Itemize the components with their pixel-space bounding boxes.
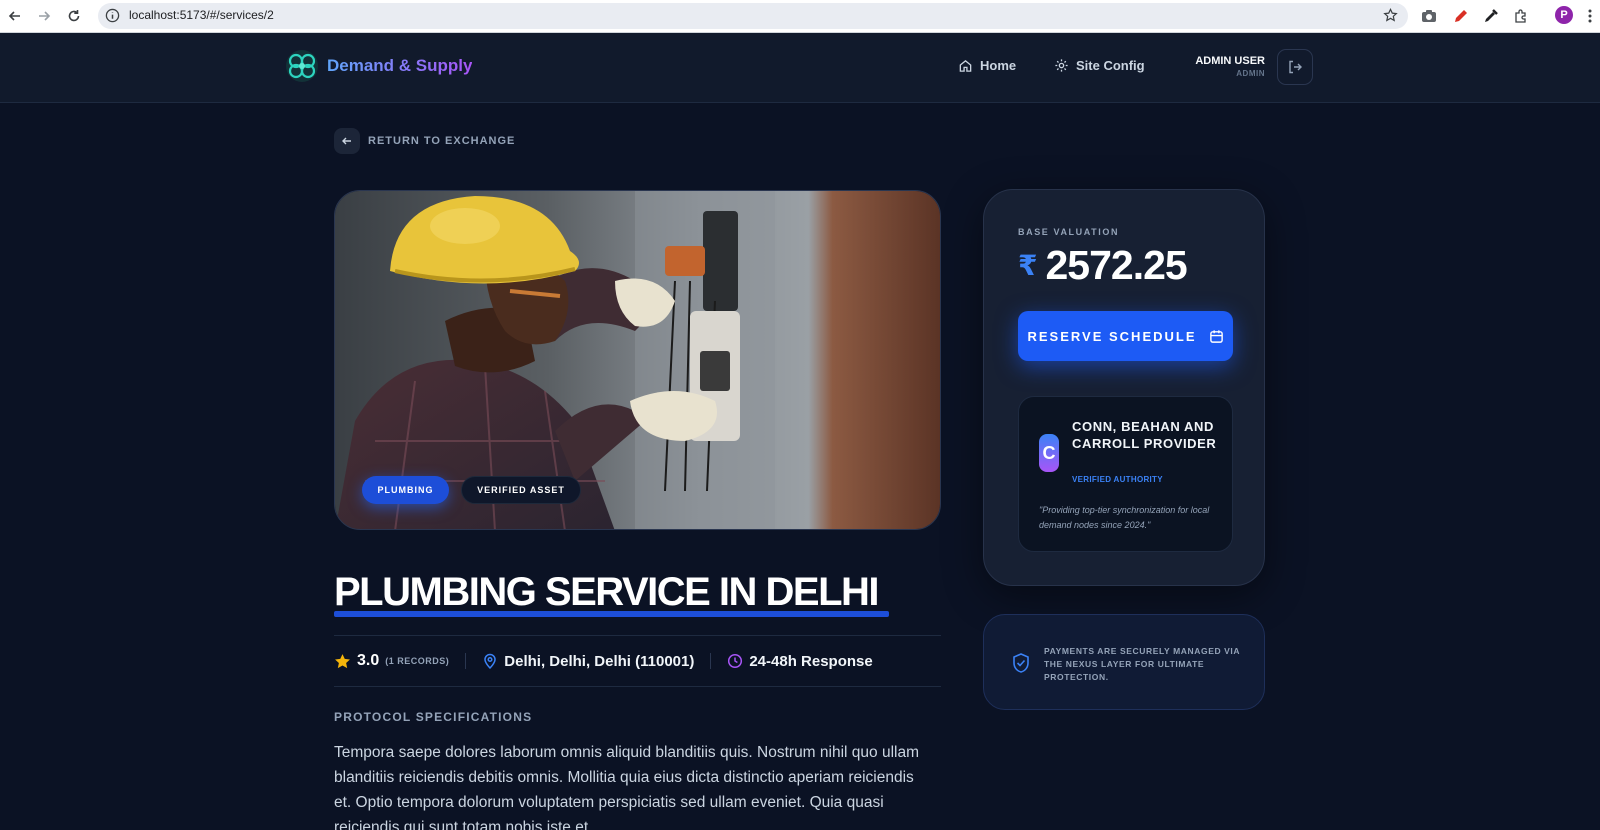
return-to-exchange-link[interactable]: RETURN TO EXCHANGE <box>334 128 515 154</box>
shield-check-icon <box>1013 653 1029 673</box>
provider-name: CONN, BEAHAN AND CARROLL PROVIDER <box>1072 419 1217 451</box>
reserve-schedule-button[interactable]: RESERVE SCHEDULE <box>1018 311 1233 361</box>
clock-icon <box>728 653 743 669</box>
return-to-exchange-label: RETURN TO EXCHANGE <box>368 135 516 147</box>
rating-records: (1 RECORDS) <box>385 656 450 666</box>
provider-quote: "Providing top-tier synchronization for … <box>1039 505 1210 530</box>
title-underline <box>334 611 889 617</box>
secure-payment-note: PAYMENTS ARE SECURELY MANAGED VIA THE NE… <box>983 614 1265 710</box>
provider-avatar: C <box>1039 434 1059 472</box>
bookmark-star-icon[interactable] <box>1383 7 1398 28</box>
logout-icon <box>1289 60 1302 74</box>
brand-logo-icon <box>286 50 318 82</box>
nav-home[interactable]: Home <box>958 58 1016 73</box>
verified-authority-badge: VERIFIED AUTHORITY <box>1072 475 1163 484</box>
location: Delhi, Delhi, Delhi (110001) <box>482 653 694 670</box>
user-info: ADMIN USER ADMIN <box>1175 55 1265 78</box>
browser-toolbar: localhost:5173/#/services/2 P <box>0 0 1600 33</box>
price-amount: 2572.25 <box>1045 242 1187 288</box>
secure-payment-text: PAYMENTS ARE SECURELY MANAGED VIA THE NE… <box>1044 646 1240 682</box>
calendar-icon <box>1209 329 1223 343</box>
response-time: 24-48h Response <box>727 652 873 670</box>
forward-arrow-icon[interactable] <box>33 5 55 27</box>
base-valuation-label: BASE VALUATION <box>1018 227 1120 237</box>
brand-name: Demand & Supply <box>327 56 473 75</box>
user-name: ADMIN USER <box>1195 55 1265 67</box>
camera-icon[interactable] <box>1419 6 1439 26</box>
profile-avatar[interactable]: P <box>1555 6 1573 24</box>
app-header: Demand & Supply Home Site Config ADMIN U… <box>0 33 1600 103</box>
meta-divider <box>710 653 712 669</box>
service-title: PLUMBING SERVICE IN DELHI <box>334 570 880 614</box>
nav-home-label: Home <box>980 58 1017 73</box>
brand-link[interactable]: Demand & Supply <box>285 49 472 83</box>
service-description: Tempora saepe dolores laborum omnis aliq… <box>334 744 919 830</box>
reserve-schedule-label: RESERVE SCHEDULE <box>1027 328 1197 344</box>
price: ₹ 2572.25 <box>1018 242 1188 289</box>
gear-icon <box>1055 59 1068 72</box>
service-meta-row: 3.0 (1 RECORDS) Delhi, Delhi, Delhi (110… <box>334 635 941 687</box>
rupee-icon: ₹ <box>1018 250 1038 281</box>
protocol-specifications-heading: PROTOCOL SPECIFICATIONS <box>334 710 533 724</box>
provider-card[interactable]: C CONN, BEAHAN AND CARROLL PROVIDER VERI… <box>1018 396 1233 552</box>
rating: 3.0 (1 RECORDS) <box>334 652 449 670</box>
response-time-text: 24-48h Response <box>749 652 873 670</box>
reload-icon[interactable] <box>63 5 85 27</box>
site-info-icon[interactable] <box>105 8 120 28</box>
nav-site-config[interactable]: Site Config <box>1054 58 1145 73</box>
url-text: localhost:5173/#/services/2 <box>129 8 274 22</box>
location-text: Delhi, Delhi, Delhi (110001) <box>504 652 695 670</box>
service-hero-image: PLUMBING VERIFIED ASSET <box>334 190 941 530</box>
back-arrow-icon[interactable] <box>4 5 26 27</box>
pen-extension-icon[interactable] <box>1450 6 1470 26</box>
rating-value: 3.0 <box>357 652 380 669</box>
eyedropper-icon[interactable] <box>1481 6 1501 26</box>
pricing-card: BASE VALUATION ₹ 2572.25 RESERVE SCHEDUL… <box>983 189 1265 586</box>
user-role: ADMIN <box>1236 69 1265 78</box>
nav-site-config-label: Site Config <box>1076 58 1145 73</box>
arrow-left-icon <box>334 128 360 154</box>
logout-button[interactable] <box>1277 49 1313 85</box>
category-tag-plumbing[interactable]: PLUMBING <box>362 476 449 504</box>
puzzle-extensions-icon[interactable] <box>1511 6 1531 26</box>
star-icon <box>335 653 350 668</box>
home-icon <box>959 59 972 72</box>
location-pin-icon <box>484 653 497 669</box>
meta-divider <box>465 653 467 669</box>
verified-asset-tag: VERIFIED ASSET <box>461 476 581 504</box>
address-bar[interactable]: localhost:5173/#/services/2 <box>98 3 1408 29</box>
menu-dots-icon[interactable] <box>1584 6 1596 26</box>
